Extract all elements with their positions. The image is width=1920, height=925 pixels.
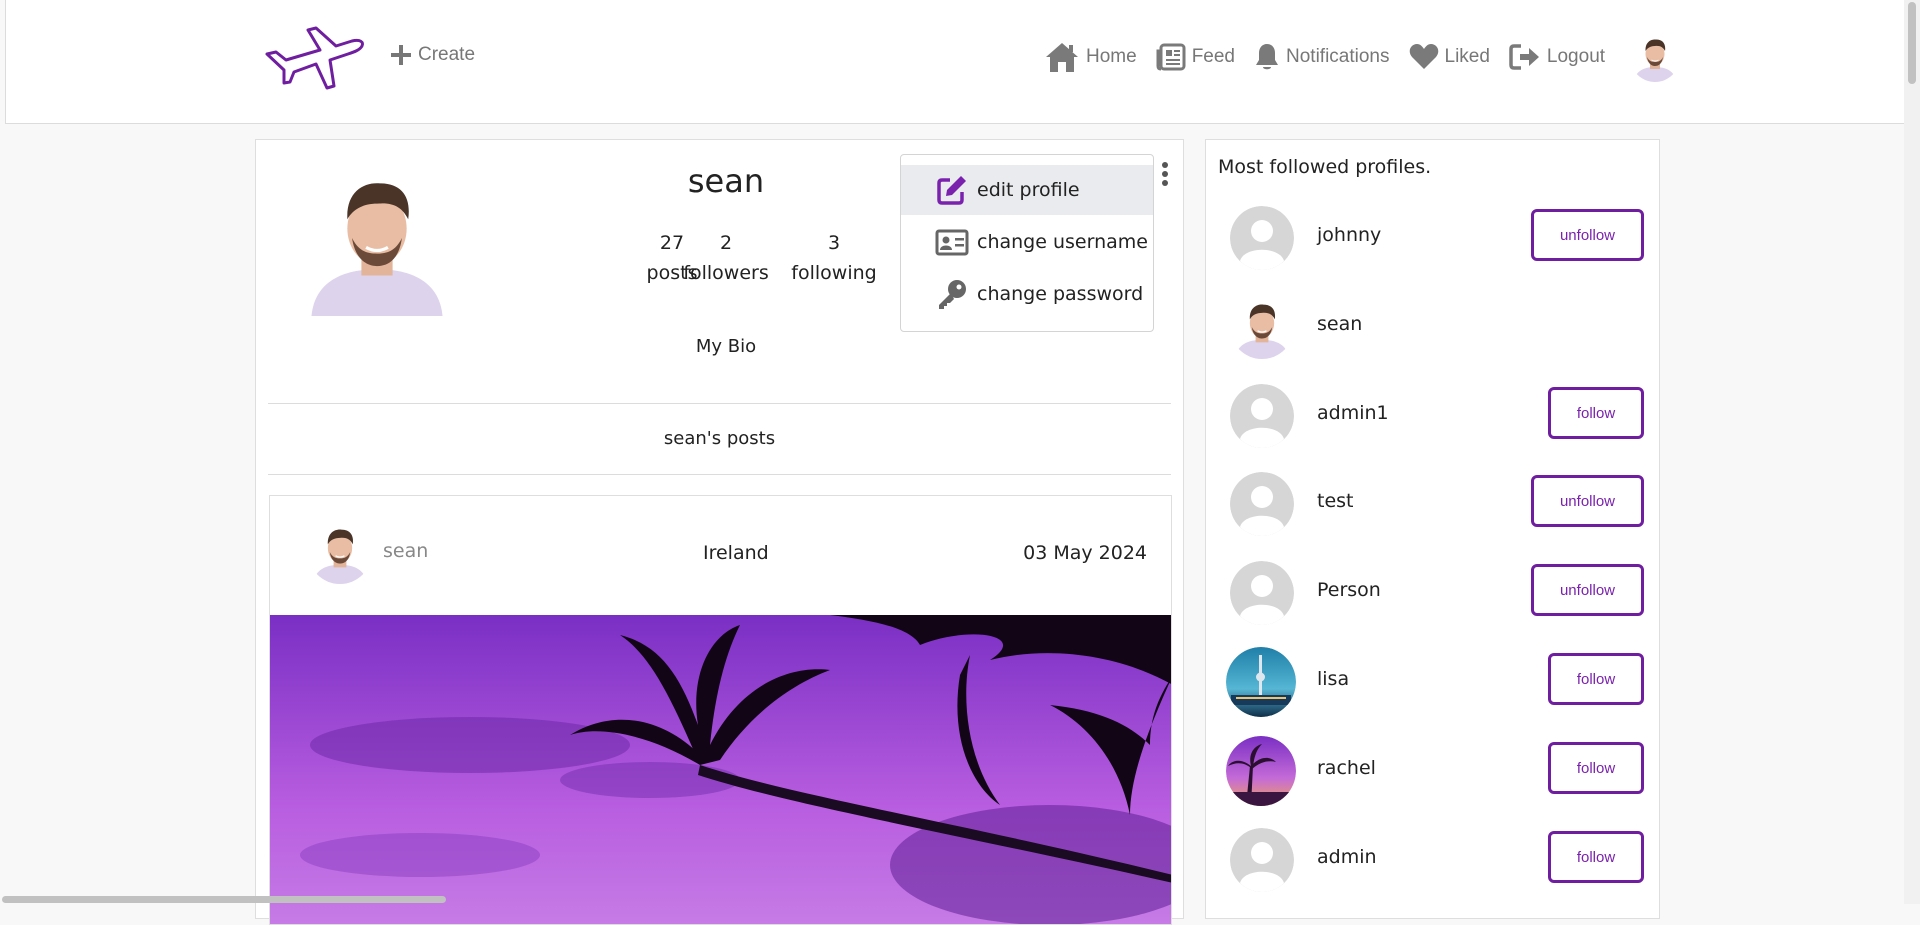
avatar [1230,295,1294,359]
profile-name[interactable]: admin1 [1317,402,1389,424]
most-followed-card: Most followed profiles. johnny unfollow … [1205,139,1660,919]
post-location: Ireland [703,542,769,564]
post-date: 03 May 2024 [1023,542,1147,564]
profile-row-lisa[interactable]: lisa follow [1206,646,1659,717]
nav-logout[interactable]: Logout [1509,43,1605,71]
profile-row-johnny[interactable]: johnny unfollow [1206,202,1659,272]
menu-change-username-label: change username [977,231,1148,253]
posts-heading: sean's posts [663,428,776,449]
nav-home-label: Home [1086,46,1137,67]
profile-name[interactable]: admin [1317,846,1377,868]
profile-name[interactable]: sean [1317,313,1362,335]
bell-icon [1256,44,1278,70]
most-followed-title: Most followed profiles. [1218,156,1432,178]
nav-links: Home Feed Notifications Liked Logout [1044,36,1680,78]
profile-name[interactable]: test [1317,490,1354,512]
profile-row-rachel[interactable]: rachel follow [1206,735,1659,806]
user-avatar[interactable] [1630,32,1680,82]
follow-button[interactable]: follow [1548,653,1644,705]
post-image[interactable] [270,615,1172,925]
vertical-scroll-thumb[interactable] [1908,2,1916,84]
stat-followers-label: followers [683,262,769,284]
id-card-icon [935,229,969,256]
profile-photo [299,160,455,316]
follow-button[interactable]: follow [1548,387,1644,439]
vertical-scrollbar[interactable] [1904,0,1920,904]
nav-feed-label: Feed [1191,46,1235,67]
profile-row-person[interactable]: Person unfollow [1206,557,1659,627]
edit-icon [937,176,966,205]
home-icon [1046,43,1078,72]
avatar [1226,647,1296,717]
default-avatar-icon [1230,472,1294,536]
default-avatar-icon [1230,561,1294,625]
profile-username: sean [687,162,765,200]
unfollow-button[interactable]: unfollow [1531,475,1644,527]
airplane-logo-icon[interactable] [264,26,366,96]
follow-button[interactable]: follow [1548,742,1644,794]
more-options-icon[interactable] [1160,162,1170,192]
plus-icon [391,45,411,65]
menu-change-username[interactable]: change username [901,217,1153,267]
follow-button[interactable]: follow [1548,831,1644,883]
divider [268,403,1171,404]
stat-following[interactable]: 3 following [774,228,894,288]
stat-following-label: following [791,262,877,284]
profile-options-menu: edit profile change username change pass… [900,154,1154,332]
profile-name[interactable]: Person [1317,579,1381,601]
stat-followers-value: 2 [719,232,733,254]
profile-name[interactable]: rachel [1317,757,1376,779]
nav-liked-label: Liked [1444,46,1490,67]
nav-notifications-label: Notifications [1286,46,1390,67]
post-card[interactable]: sean Ireland 03 May 2024 [269,495,1172,925]
horizontal-scrollbar[interactable] [0,894,1904,904]
nav-feed[interactable]: Feed [1156,43,1235,71]
nav-notifications[interactable]: Notifications [1254,42,1390,72]
nav-logout-label: Logout [1546,46,1606,67]
profile-row-sean[interactable]: sean [1206,291,1659,361]
profile-card: sean 27 posts 2 followers 3 following My… [255,139,1184,925]
default-avatar-icon [1230,828,1294,892]
menu-change-password-label: change password [977,283,1144,305]
horizontal-scroll-thumb[interactable] [2,896,446,903]
top-navbar: Create Home Feed Notifications Liked Log… [5,0,1908,124]
create-label: Create [418,44,476,65]
menu-edit-profile[interactable]: edit profile [901,165,1153,215]
newspaper-icon [1156,43,1186,71]
profile-name[interactable]: lisa [1317,668,1349,690]
nav-liked[interactable]: Liked [1409,43,1490,71]
avatar [1226,736,1296,806]
divider [268,474,1171,475]
profile-row-admin1[interactable]: admin1 follow [1206,380,1659,450]
heart-icon [1409,44,1438,69]
profile-row-admin[interactable]: admin follow [1206,824,1659,894]
profile-bio: My Bio [695,336,757,357]
unfollow-button[interactable]: unfollow [1531,209,1644,261]
post-author-name[interactable]: sean [383,540,428,562]
create-button[interactable]: Create [390,44,475,66]
post-author-avatar[interactable] [308,520,372,584]
profile-row-test[interactable]: test unfollow [1206,468,1659,538]
profile-name[interactable]: johnny [1317,224,1381,246]
unfollow-button[interactable]: unfollow [1531,564,1644,616]
stat-following-value: 3 [827,232,841,254]
menu-change-password[interactable]: change password [901,269,1153,319]
key-icon [939,280,966,309]
nav-home[interactable]: Home [1044,41,1137,73]
default-avatar-icon [1230,384,1294,448]
default-avatar-icon [1230,206,1294,270]
stat-followers[interactable]: 2 followers [666,228,786,288]
menu-edit-profile-label: edit profile [977,179,1080,201]
logout-icon [1509,44,1539,70]
